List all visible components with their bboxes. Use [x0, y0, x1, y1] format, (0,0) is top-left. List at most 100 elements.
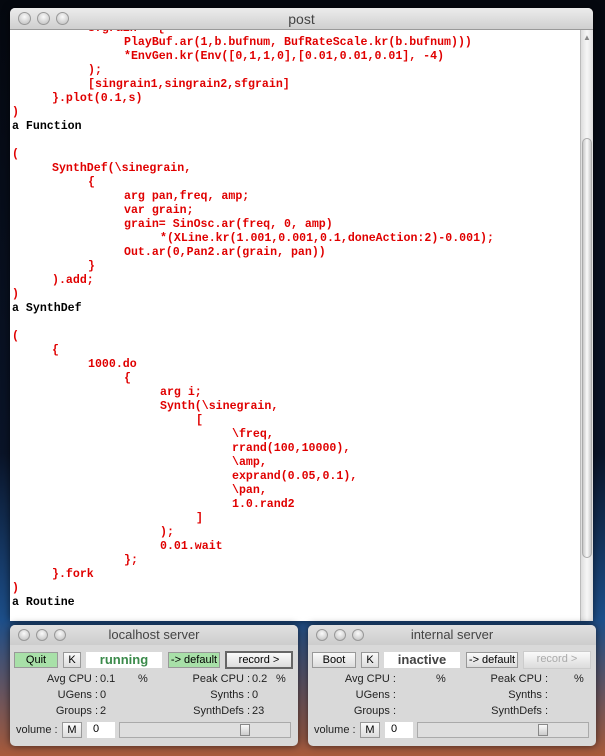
close-button[interactable]: [316, 629, 328, 641]
code-line: \pan,: [232, 484, 267, 497]
close-button[interactable]: [18, 629, 30, 641]
code-line: ]: [196, 512, 203, 525]
code-line: 1000.do: [88, 358, 137, 371]
groups-label: Groups :: [55, 705, 98, 717]
server-status: inactive: [384, 652, 460, 668]
code-line: 1.0.rand2: [232, 498, 295, 511]
default-button[interactable]: -> default: [466, 652, 518, 668]
synths-value: 0: [252, 689, 259, 701]
ugens-value: 0: [100, 689, 107, 701]
volume-input[interactable]: 0: [87, 722, 115, 738]
peak-cpu-value: 0.2: [252, 673, 268, 685]
synthdefs-label: SynthDefs :: [193, 705, 250, 717]
boot-button[interactable]: Quit: [14, 652, 58, 668]
code-line: ): [12, 582, 19, 595]
code-line: [: [196, 414, 203, 427]
volume-slider-knob[interactable]: [240, 724, 250, 736]
code-line: \amp,: [232, 456, 267, 469]
zoom-button[interactable]: [56, 12, 69, 25]
post-title-bar[interactable]: post: [10, 8, 593, 30]
mute-button[interactable]: M: [62, 722, 82, 738]
groups-label: Groups :: [353, 705, 396, 717]
window-title: post: [288, 11, 315, 27]
mute-button[interactable]: M: [360, 722, 380, 738]
code-line: (: [12, 330, 19, 343]
code-line: var grain;: [124, 204, 194, 217]
volume-input[interactable]: 0: [385, 722, 413, 738]
server-title-bar[interactable]: localhost server: [10, 625, 298, 645]
post-text-area[interactable]: sfgrain = {PlayBuf.ar(1,b.bufnum, BufRat…: [10, 30, 580, 621]
scroll-thumb[interactable]: [582, 138, 592, 558]
minimize-button[interactable]: [37, 12, 50, 25]
code-line: {: [124, 372, 131, 385]
server-status: running: [86, 652, 162, 668]
code-line: grain= SinOsc.ar(freq, 0, amp): [124, 218, 333, 231]
record-button[interactable]: record >: [225, 651, 293, 669]
code-line: };: [124, 554, 138, 567]
synthdefs-label: SynthDefs :: [491, 705, 548, 717]
volume-label: volume :: [314, 724, 356, 736]
ugens-label: UGens :: [57, 689, 98, 701]
zoom-button[interactable]: [352, 629, 364, 641]
close-button[interactable]: [18, 12, 31, 25]
code-line: ): [12, 288, 19, 301]
server-title-bar[interactable]: internal server: [308, 625, 596, 645]
minimize-button[interactable]: [36, 629, 48, 641]
ugens-label: UGens :: [355, 689, 396, 701]
code-line: {: [88, 176, 95, 189]
server-title: internal server: [410, 627, 494, 642]
volume-label: volume :: [16, 724, 58, 736]
result-line: a Function: [12, 120, 82, 133]
code-line: );: [160, 526, 174, 539]
code-line: (: [12, 148, 19, 161]
synths-label: Synths :: [210, 689, 250, 701]
code-line: }: [88, 260, 95, 273]
peak-cpu-label: Peak CPU :: [490, 673, 548, 685]
avg-cpu-value: 0.1: [100, 673, 116, 685]
volume-slider[interactable]: [119, 722, 291, 738]
peak-cpu-unit: %: [276, 673, 286, 685]
kill-button[interactable]: K: [361, 652, 379, 668]
default-button[interactable]: -> default: [168, 652, 220, 668]
avg-cpu-label: Avg CPU :: [344, 673, 396, 685]
synthdefs-value: 23: [252, 705, 265, 717]
minimize-button[interactable]: [334, 629, 346, 641]
avg-cpu-label: Avg CPU :: [46, 673, 98, 685]
boot-button[interactable]: Boot: [312, 652, 356, 668]
code-line: SynthDef(\sinegrain,: [52, 162, 192, 175]
code-line: );: [88, 64, 102, 77]
code-line: *(XLine.kr(1.001,0.001,0.1,doneAction:2)…: [160, 232, 494, 245]
code-line: }.plot(0.1,s): [52, 92, 143, 105]
code-line: \freq,: [232, 428, 274, 441]
post-window: post sfgrain = {PlayBuf.ar(1,b.bufnum, B…: [10, 8, 593, 621]
vertical-scrollbar[interactable]: ▲: [580, 30, 593, 621]
avg-cpu-unit: %: [436, 673, 446, 685]
internal-server-window: internal server Boot K inactive -> defau…: [308, 625, 596, 746]
peak-cpu-unit: %: [574, 673, 584, 685]
code-line: arg i;: [160, 386, 202, 399]
server-title: localhost server: [108, 627, 200, 642]
code-line: }.fork: [52, 568, 94, 581]
code-line: ).add;: [52, 274, 94, 287]
result-line: a SynthDef: [12, 302, 82, 315]
synths-label: Synths :: [508, 689, 548, 701]
avg-cpu-unit: %: [138, 673, 148, 685]
code-line: PlayBuf.ar(1,b.bufnum, BufRateScale.kr(b…: [124, 36, 472, 49]
scroll-up-icon[interactable]: ▲: [583, 33, 591, 42]
kill-button[interactable]: K: [63, 652, 81, 668]
code-line: rrand(100,10000),: [232, 442, 351, 455]
groups-value: 2: [100, 705, 107, 717]
localhost-server-window: localhost server Quit K running -> defau…: [10, 625, 298, 746]
code-line: {: [52, 344, 59, 357]
code-line: ): [12, 106, 19, 119]
record-button[interactable]: record >: [523, 651, 591, 669]
peak-cpu-label: Peak CPU :: [192, 673, 250, 685]
volume-slider[interactable]: [417, 722, 589, 738]
volume-slider-knob[interactable]: [538, 724, 548, 736]
zoom-button[interactable]: [54, 629, 66, 641]
code-line: [singrain1,singrain2,sfgrain]: [88, 78, 290, 91]
code-listing: sfgrain = {PlayBuf.ar(1,b.bufnum, BufRat…: [10, 30, 494, 610]
code-line: Out.ar(0,Pan2.ar(grain, pan)): [124, 246, 326, 259]
